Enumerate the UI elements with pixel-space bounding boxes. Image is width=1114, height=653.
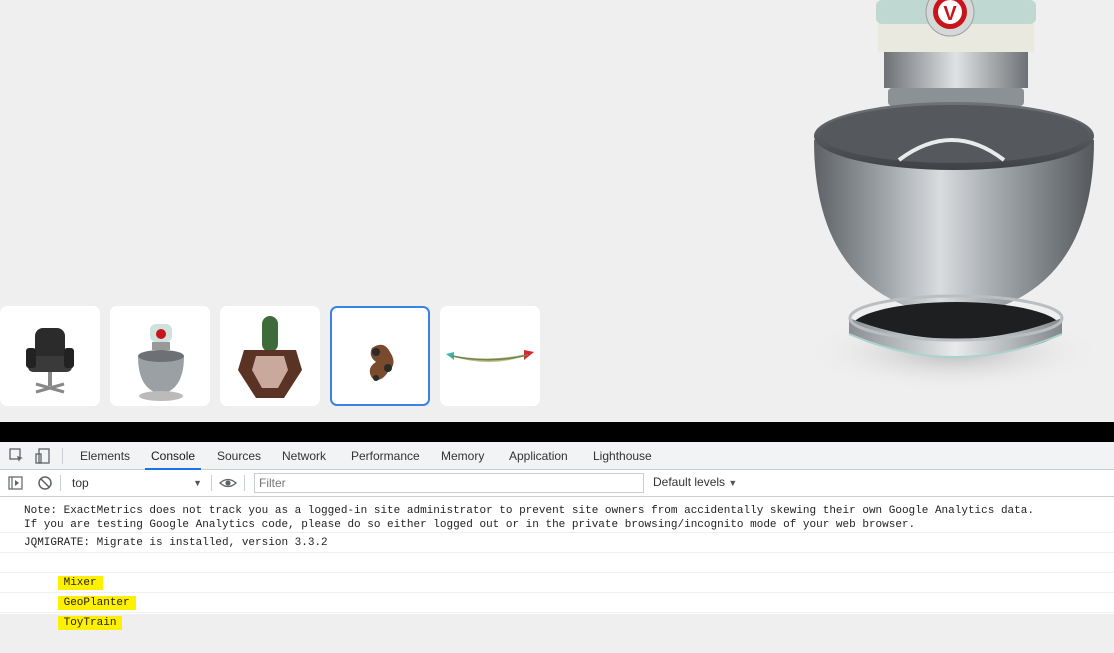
tab-application[interactable]: Application (503, 442, 574, 469)
mixer-thumbnail-image (138, 324, 184, 401)
mixer-model-render: V (804, 0, 1104, 392)
viewport-divider (0, 422, 1114, 442)
toolbar-separator (211, 475, 212, 491)
console-message: Mixer (0, 553, 1114, 590)
thumbnail-chair[interactable] (0, 306, 100, 406)
dropdown-arrow-icon: ▼ (728, 478, 738, 488)
default-levels-dropdown[interactable]: Default levels ▼ (653, 475, 737, 489)
devtools-panel: Elements Console Sources Network Perform… (0, 442, 1114, 630)
canoe-thumbnail-image (446, 350, 534, 362)
toy-train-thumbnail-image (369, 344, 394, 381)
devtools-tab-bar: Elements Console Sources Network Perform… (0, 442, 1114, 470)
live-expression-eye-icon[interactable] (219, 474, 237, 492)
tab-console[interactable]: Console (145, 442, 202, 470)
toolbar-separator (60, 475, 61, 491)
context-value: top (72, 476, 89, 490)
clear-console-icon[interactable] (36, 474, 54, 492)
tab-lighthouse[interactable]: Lighthouse (587, 442, 658, 469)
tab-elements[interactable]: Elements (74, 442, 136, 469)
chair-thumbnail-image (26, 328, 74, 394)
console-message: Note: ExactMetrics does not track you as… (0, 501, 1114, 533)
thumbnail-toy-train[interactable] (330, 306, 430, 406)
tab-memory[interactable]: Memory (435, 442, 490, 469)
highlighted-log: ToyTrain (57, 616, 123, 630)
svg-text:V: V (943, 3, 957, 25)
console-message: JQMIGRATE: Migrate is installed, version… (0, 534, 1114, 553)
dropdown-arrow-icon: ▼ (193, 478, 202, 488)
console-message: GeoPlanter (0, 573, 1114, 610)
thumbnail-planter[interactable] (220, 306, 320, 406)
tab-performance[interactable]: Performance (345, 442, 426, 469)
levels-label: Default levels (653, 475, 726, 489)
context-selector[interactable]: top ▼ (66, 473, 206, 493)
tab-sources[interactable]: Sources (211, 442, 267, 469)
thumbnail-mixer[interactable] (110, 306, 210, 406)
device-toolbar-icon[interactable] (34, 447, 52, 465)
model-viewer: V (0, 0, 1114, 422)
filter-input[interactable] (254, 473, 644, 493)
toolbar-separator (244, 475, 245, 491)
model-viewport[interactable]: V (804, 0, 1114, 422)
console-toolbar: top ▼ Default levels ▼ (0, 470, 1114, 497)
tab-network[interactable]: Network (276, 442, 332, 469)
show-sidebar-icon[interactable] (7, 474, 25, 492)
planter-thumbnail-image (238, 316, 302, 398)
console-message: ToyTrain (0, 593, 1114, 630)
tab-separator (62, 448, 63, 464)
thumbnail-canoe[interactable] (440, 306, 540, 406)
inspect-element-icon[interactable] (8, 447, 26, 465)
